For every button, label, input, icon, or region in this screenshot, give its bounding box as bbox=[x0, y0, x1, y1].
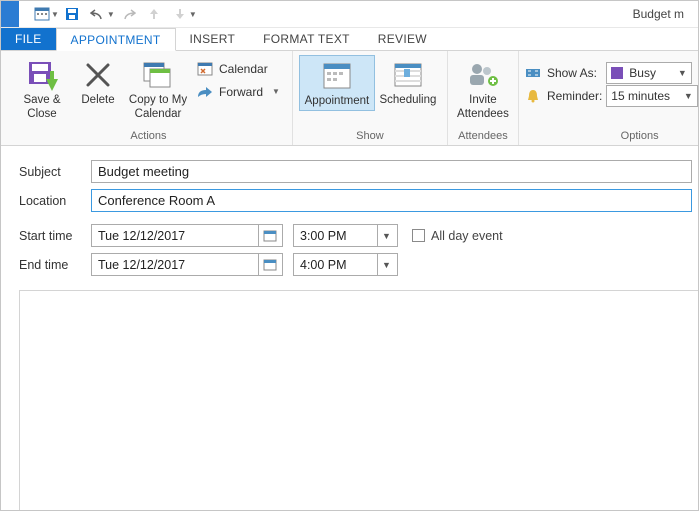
tab-format-text[interactable]: FORMAT TEXT bbox=[249, 28, 364, 50]
group-attendees-label: Attendees bbox=[454, 128, 512, 145]
appointment-button-label: Appointment bbox=[305, 94, 370, 108]
redo-icon bbox=[115, 1, 141, 27]
arrow-down-icon bbox=[167, 1, 193, 27]
save-close-button[interactable]: Save & Close bbox=[11, 55, 73, 121]
copy-to-calendar-label: Copy to My Calendar bbox=[129, 93, 187, 121]
show-as-value: Busy bbox=[629, 66, 656, 80]
undo-dropdown-icon[interactable]: ▼ bbox=[107, 10, 115, 19]
all-day-checkbox[interactable]: All day event bbox=[412, 229, 503, 243]
calendar-small-icon bbox=[197, 61, 213, 77]
calendar-button-label: Calendar bbox=[219, 62, 268, 76]
save-close-label: Save & Close bbox=[23, 93, 60, 121]
end-time-value: 4:00 PM bbox=[300, 258, 347, 272]
tab-review[interactable]: REVIEW bbox=[364, 28, 441, 50]
ribbon-tabs: FILE APPOINTMENT INSERT FORMAT TEXT REVI… bbox=[1, 28, 698, 51]
end-time-label: End time bbox=[19, 258, 91, 272]
tab-insert[interactable]: INSERT bbox=[176, 28, 250, 50]
group-options: Show As: Busy ▼ Reminder: 15 minutes ▼ bbox=[519, 51, 699, 145]
location-label: Location bbox=[19, 194, 91, 208]
group-options-label: Options bbox=[525, 128, 699, 145]
scheduling-button-label: Scheduling bbox=[379, 93, 436, 107]
calendar-picker-icon[interactable] bbox=[258, 225, 280, 246]
outlook-appointment-window: ▼ ▼ ▼ Budget m FILE APPOINTMENT INSERT F… bbox=[0, 0, 699, 511]
group-attendees: Invite Attendees Attendees bbox=[448, 51, 519, 145]
group-actions-label: Actions bbox=[11, 128, 286, 145]
start-date-value: Tue 12/12/2017 bbox=[98, 229, 185, 243]
appointment-body-editor[interactable] bbox=[19, 290, 698, 510]
quick-access-toolbar: ▼ ▼ ▼ Budget m bbox=[1, 1, 698, 28]
window-title: Budget m bbox=[633, 7, 688, 21]
copy-to-calendar-button[interactable]: Copy to My Calendar bbox=[123, 55, 193, 121]
subject-input[interactable] bbox=[91, 160, 692, 183]
end-time-combo[interactable]: 4:00 PM ▼ bbox=[293, 253, 398, 276]
delete-button[interactable]: Delete bbox=[73, 55, 123, 107]
appointment-form: Subject Location Start time Tue 12/12/20… bbox=[1, 146, 698, 510]
start-time-value: 3:00 PM bbox=[300, 229, 347, 243]
show-as-combo[interactable]: Busy ▼ bbox=[606, 62, 692, 84]
qat-dropdown-icon[interactable]: ▼ bbox=[51, 10, 59, 19]
end-date-combo[interactable]: Tue 12/12/2017 bbox=[91, 253, 283, 276]
arrow-up-icon bbox=[141, 1, 167, 27]
delete-label: Delete bbox=[81, 93, 114, 107]
forward-button-label: Forward bbox=[219, 85, 263, 99]
dropdown-caret-icon: ▼ bbox=[675, 68, 689, 78]
show-as-label-row: Show As: bbox=[525, 65, 602, 81]
scheduling-button[interactable]: Scheduling bbox=[375, 55, 441, 107]
start-time-label: Start time bbox=[19, 229, 91, 243]
all-day-label: All day event bbox=[431, 229, 503, 243]
start-time-combo[interactable]: 3:00 PM ▼ bbox=[293, 224, 398, 247]
reminder-label: Reminder: bbox=[547, 89, 602, 103]
calendar-button[interactable]: Calendar bbox=[193, 57, 284, 80]
reminder-label-row: Reminder: bbox=[525, 88, 602, 104]
save-icon[interactable] bbox=[59, 1, 85, 27]
invite-attendees-button[interactable]: Invite Attendees bbox=[454, 55, 512, 121]
calendar-picker-icon[interactable] bbox=[258, 254, 280, 275]
appointment-button[interactable]: Appointment bbox=[299, 55, 375, 111]
dropdown-caret-icon: ▼ bbox=[377, 254, 395, 275]
group-actions: Save & Close Delete Copy to My Calendar … bbox=[1, 51, 293, 145]
reminder-value: 15 minutes bbox=[611, 89, 670, 103]
start-date-combo[interactable]: Tue 12/12/2017 bbox=[91, 224, 283, 247]
dropdown-caret-icon: ▼ bbox=[681, 91, 695, 101]
tab-appointment[interactable]: APPOINTMENT bbox=[56, 28, 176, 51]
reminder-combo[interactable]: 15 minutes ▼ bbox=[606, 85, 698, 107]
group-show: Appointment Scheduling Show bbox=[293, 51, 448, 145]
forward-button[interactable]: Forward ▼ bbox=[193, 80, 284, 103]
busy-color-icon bbox=[611, 67, 623, 79]
location-input[interactable] bbox=[91, 189, 692, 212]
window-accent bbox=[1, 1, 19, 27]
group-show-label: Show bbox=[299, 128, 441, 145]
dropdown-caret-icon: ▼ bbox=[272, 87, 280, 96]
dropdown-caret-icon: ▼ bbox=[377, 225, 395, 246]
tab-file[interactable]: FILE bbox=[1, 28, 56, 50]
checkbox-box bbox=[412, 229, 425, 242]
show-as-label: Show As: bbox=[547, 66, 597, 80]
invite-attendees-label: Invite Attendees bbox=[457, 93, 509, 121]
end-date-value: Tue 12/12/2017 bbox=[98, 258, 185, 272]
ribbon: Save & Close Delete Copy to My Calendar … bbox=[1, 51, 698, 146]
subject-label: Subject bbox=[19, 165, 91, 179]
show-as-icon bbox=[525, 65, 541, 81]
forward-icon bbox=[197, 84, 213, 100]
reminder-bell-icon bbox=[525, 88, 541, 104]
